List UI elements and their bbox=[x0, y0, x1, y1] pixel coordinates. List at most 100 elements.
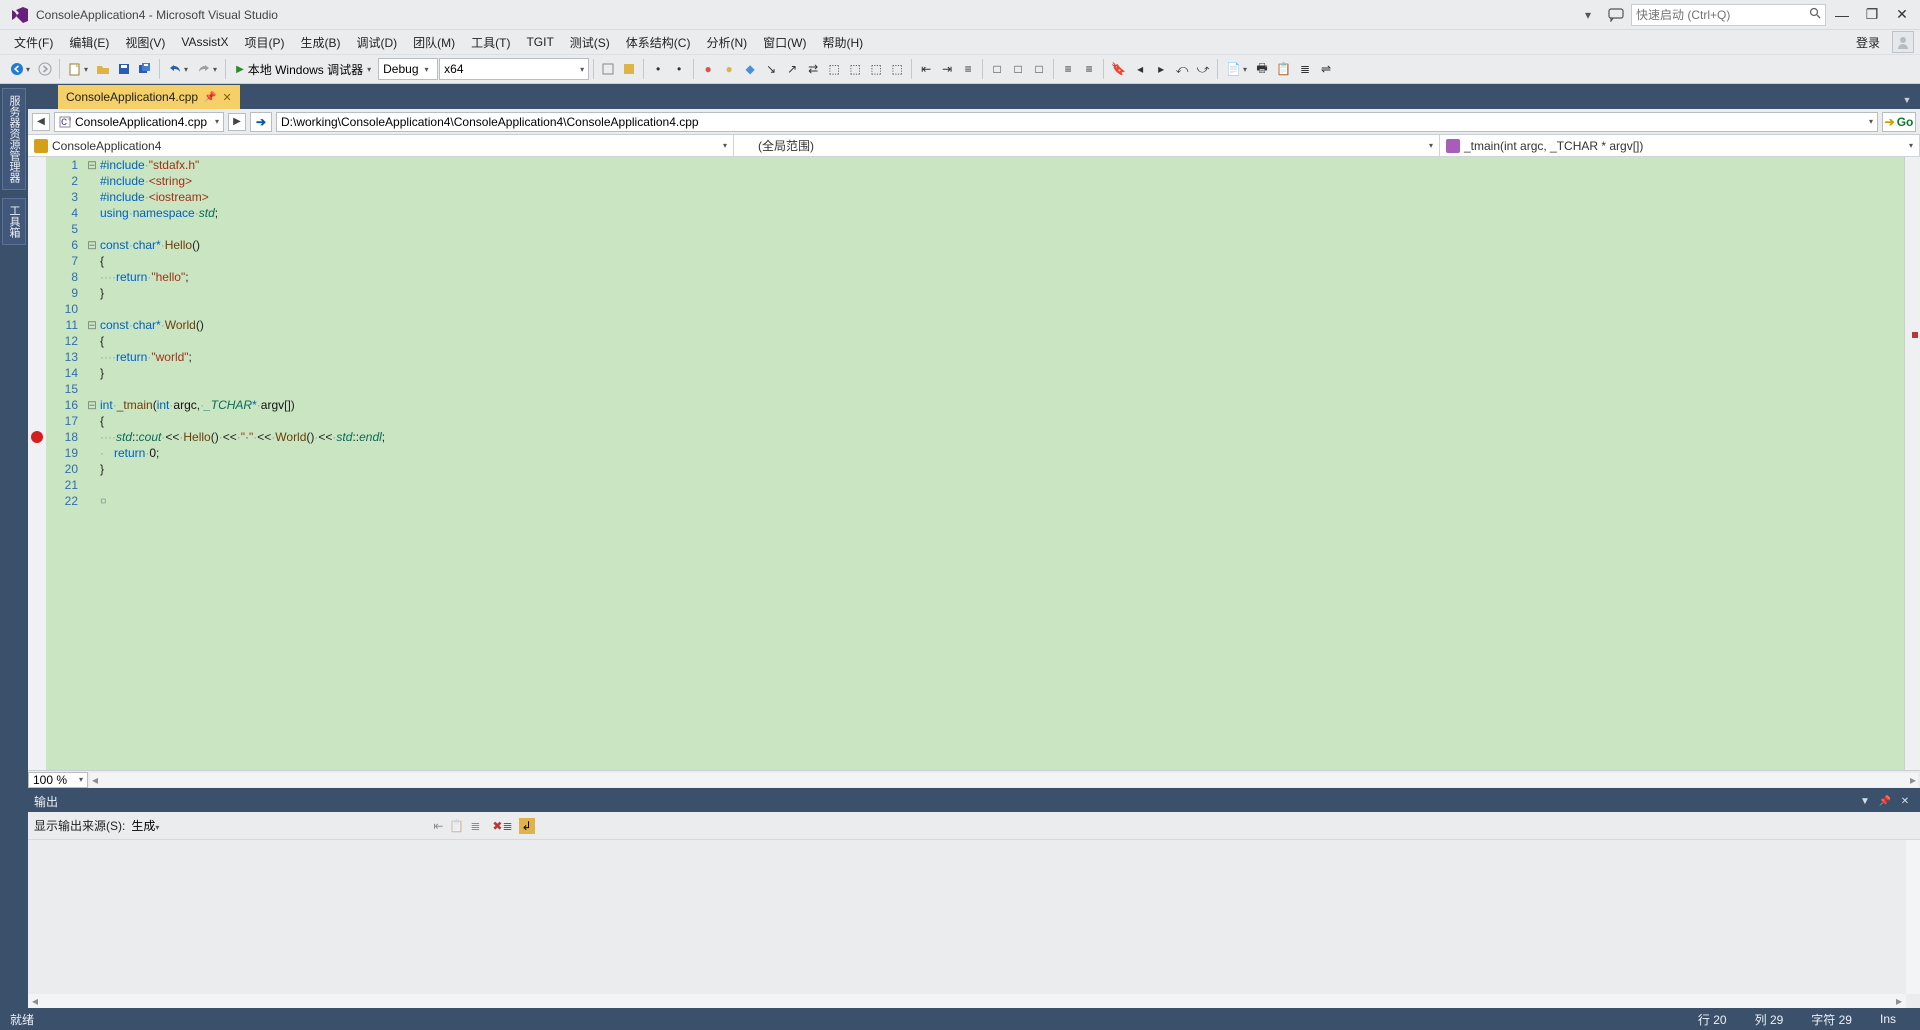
tb-icon[interactable]: • bbox=[669, 58, 689, 80]
output-tb-icon[interactable]: 📋 bbox=[449, 819, 464, 833]
goto-arrow-button[interactable]: ➔ bbox=[250, 112, 272, 132]
output-panel-header[interactable]: 输出 ▼ 📌 ✕ bbox=[28, 790, 1920, 812]
platform-combo[interactable]: x64▾ bbox=[439, 58, 589, 80]
menu-item[interactable]: 分析(N) bbox=[698, 31, 755, 54]
panel-close-icon[interactable]: ✕ bbox=[1896, 793, 1914, 809]
tb-icon[interactable]: □ bbox=[987, 58, 1007, 80]
output-hscrollbar[interactable]: ◂▸ bbox=[28, 994, 1906, 1008]
tb-icon[interactable]: ↘ bbox=[761, 58, 781, 80]
redo-button[interactable]: ▾ bbox=[193, 58, 221, 80]
tb-icon[interactable]: ⬚ bbox=[866, 58, 886, 80]
editor-hscrollbar[interactable]: ◂▸ bbox=[90, 773, 1918, 787]
config-combo[interactable]: Debug▾ bbox=[378, 58, 438, 80]
panel-pin-icon[interactable]: 📌 bbox=[1876, 793, 1894, 809]
tb-icon[interactable]: □ bbox=[1029, 58, 1049, 80]
save-all-button[interactable] bbox=[135, 58, 155, 80]
tb-icon[interactable]: • bbox=[648, 58, 668, 80]
menu-item[interactable]: 团队(M) bbox=[405, 31, 463, 54]
code-editor[interactable]: 12345678910111213141516171819202122 ⊟⊟⊟⊟… bbox=[28, 157, 1904, 770]
go-button[interactable]: ➔Go bbox=[1882, 112, 1916, 132]
toolbox-tab[interactable]: 工具箱 bbox=[2, 198, 26, 245]
tb-icon[interactable]: ⤺ bbox=[1172, 58, 1192, 80]
nav-fwd-icon[interactable]: ▶ bbox=[228, 113, 246, 131]
close-tab-icon[interactable]: ✕ bbox=[223, 91, 232, 104]
avatar-icon[interactable] bbox=[1892, 31, 1914, 53]
menu-item[interactable]: 窗口(W) bbox=[755, 31, 814, 54]
tb-icon[interactable]: ⇤ bbox=[916, 58, 936, 80]
tb-icon[interactable]: 📄▾ bbox=[1222, 58, 1251, 80]
tb-icon[interactable]: ≡ bbox=[1079, 58, 1099, 80]
tb-icon[interactable]: ⬚ bbox=[887, 58, 907, 80]
zoom-combo[interactable]: 100 %▾ bbox=[28, 772, 88, 788]
tb-icon[interactable]: ▸ bbox=[1151, 58, 1171, 80]
output-tb-icon[interactable]: ↲ bbox=[519, 819, 535, 833]
tb-icon[interactable]: ≡ bbox=[1058, 58, 1078, 80]
menu-item[interactable]: TGIT bbox=[518, 32, 561, 52]
document-tab-active[interactable]: ConsoleApplication4.cpp 📌 ✕ bbox=[58, 85, 240, 109]
tb-icon[interactable] bbox=[598, 58, 618, 80]
feedback-icon[interactable] bbox=[1603, 4, 1629, 26]
tb-icon[interactable]: ≣ bbox=[1295, 58, 1315, 80]
menu-item[interactable]: 调试(D) bbox=[348, 31, 405, 54]
menu-item[interactable]: 编辑(E) bbox=[61, 31, 117, 54]
output-tb-icon[interactable]: ⇤ bbox=[433, 819, 443, 833]
undo-button[interactable]: ▾ bbox=[164, 58, 192, 80]
start-debug-button[interactable]: ▶本地 Windows 调试器▾ bbox=[230, 58, 377, 80]
code-area[interactable]: #include·"stdafx.h"#include·<string>#inc… bbox=[98, 157, 1904, 770]
panel-dropdown-icon[interactable]: ▼ bbox=[1856, 793, 1874, 809]
close-button[interactable]: ✕ bbox=[1888, 4, 1916, 26]
tb-icon[interactable]: ⬚ bbox=[845, 58, 865, 80]
project-scope-combo[interactable]: ConsoleApplication4 ▾ bbox=[28, 135, 734, 156]
tb-icon[interactable]: 🔖 bbox=[1108, 58, 1129, 80]
output-vscrollbar[interactable] bbox=[1906, 840, 1920, 994]
breakpoint-gutter[interactable] bbox=[28, 157, 46, 770]
fold-gutter[interactable]: ⊟⊟⊟⊟ bbox=[86, 157, 98, 770]
menu-item[interactable]: 帮助(H) bbox=[814, 31, 871, 54]
global-scope-combo[interactable]: (全局范围) ▾ bbox=[734, 135, 1440, 156]
menu-item[interactable]: 项目(P) bbox=[236, 31, 292, 54]
menu-item[interactable]: VAssistX bbox=[173, 32, 236, 52]
pin-icon[interactable]: 📌 bbox=[204, 92, 216, 103]
nav-back-button[interactable]: ▾ bbox=[6, 58, 34, 80]
menu-item[interactable]: 生成(B) bbox=[292, 31, 348, 54]
output-tb-icon[interactable]: ✖≣ bbox=[492, 819, 512, 833]
tb-icon[interactable]: ◆ bbox=[740, 58, 760, 80]
tb-icon[interactable]: ◂ bbox=[1130, 58, 1150, 80]
tb-icon[interactable] bbox=[619, 58, 639, 80]
tb-icon[interactable]: ● bbox=[698, 58, 718, 80]
tab-overflow-icon[interactable]: ▼ bbox=[1898, 91, 1916, 109]
output-body[interactable]: ◂▸ bbox=[28, 840, 1920, 1008]
menu-item[interactable]: 文件(F) bbox=[6, 31, 61, 54]
menu-item[interactable]: 视图(V) bbox=[117, 31, 173, 54]
tb-icon[interactable]: ↗ bbox=[782, 58, 802, 80]
tb-icon[interactable]: ● bbox=[719, 58, 739, 80]
menu-item[interactable]: 体系结构(C) bbox=[618, 31, 699, 54]
sign-in-link[interactable]: 登录 bbox=[1848, 31, 1888, 54]
tb-icon[interactable]: ≡ bbox=[958, 58, 978, 80]
tb-icon[interactable]: ⤻ bbox=[1193, 58, 1213, 80]
file-path-box[interactable]: D:\working\ConsoleApplication4\ConsoleAp… bbox=[276, 112, 1878, 132]
quick-launch-search[interactable] bbox=[1631, 4, 1826, 26]
nav-forward-button[interactable] bbox=[35, 58, 55, 80]
menu-item[interactable]: 工具(T) bbox=[463, 31, 518, 54]
open-button[interactable] bbox=[93, 58, 113, 80]
save-button[interactable] bbox=[114, 58, 134, 80]
tb-icon[interactable]: 🖶 bbox=[1252, 58, 1272, 80]
tb-icon[interactable]: ⇥ bbox=[937, 58, 957, 80]
quick-launch-input[interactable] bbox=[1636, 8, 1809, 22]
tb-icon[interactable]: ⬚ bbox=[824, 58, 844, 80]
new-item-button[interactable]: ▾ bbox=[64, 58, 92, 80]
output-source-combo[interactable]: 生成▾ bbox=[131, 817, 421, 834]
tb-icon[interactable]: ⇌ bbox=[1316, 58, 1336, 80]
menu-item[interactable]: 测试(S) bbox=[562, 31, 618, 54]
nav-back-icon[interactable]: ◀ bbox=[32, 113, 50, 131]
minimize-button[interactable]: — bbox=[1828, 4, 1856, 26]
tb-icon[interactable]: 📋 bbox=[1273, 58, 1294, 80]
tb-icon[interactable]: ⇄ bbox=[803, 58, 823, 80]
server-explorer-tab[interactable]: 服务器资源管理器 bbox=[2, 88, 26, 190]
member-scope-combo[interactable]: _tmain(int argc, _TCHAR * argv[]) ▾ bbox=[1440, 135, 1920, 156]
notifications-icon[interactable]: ▾ bbox=[1575, 4, 1601, 26]
output-tb-icon[interactable]: ≣ bbox=[470, 819, 480, 833]
tb-icon[interactable]: □ bbox=[1008, 58, 1028, 80]
breakpoint-icon[interactable] bbox=[31, 431, 43, 443]
